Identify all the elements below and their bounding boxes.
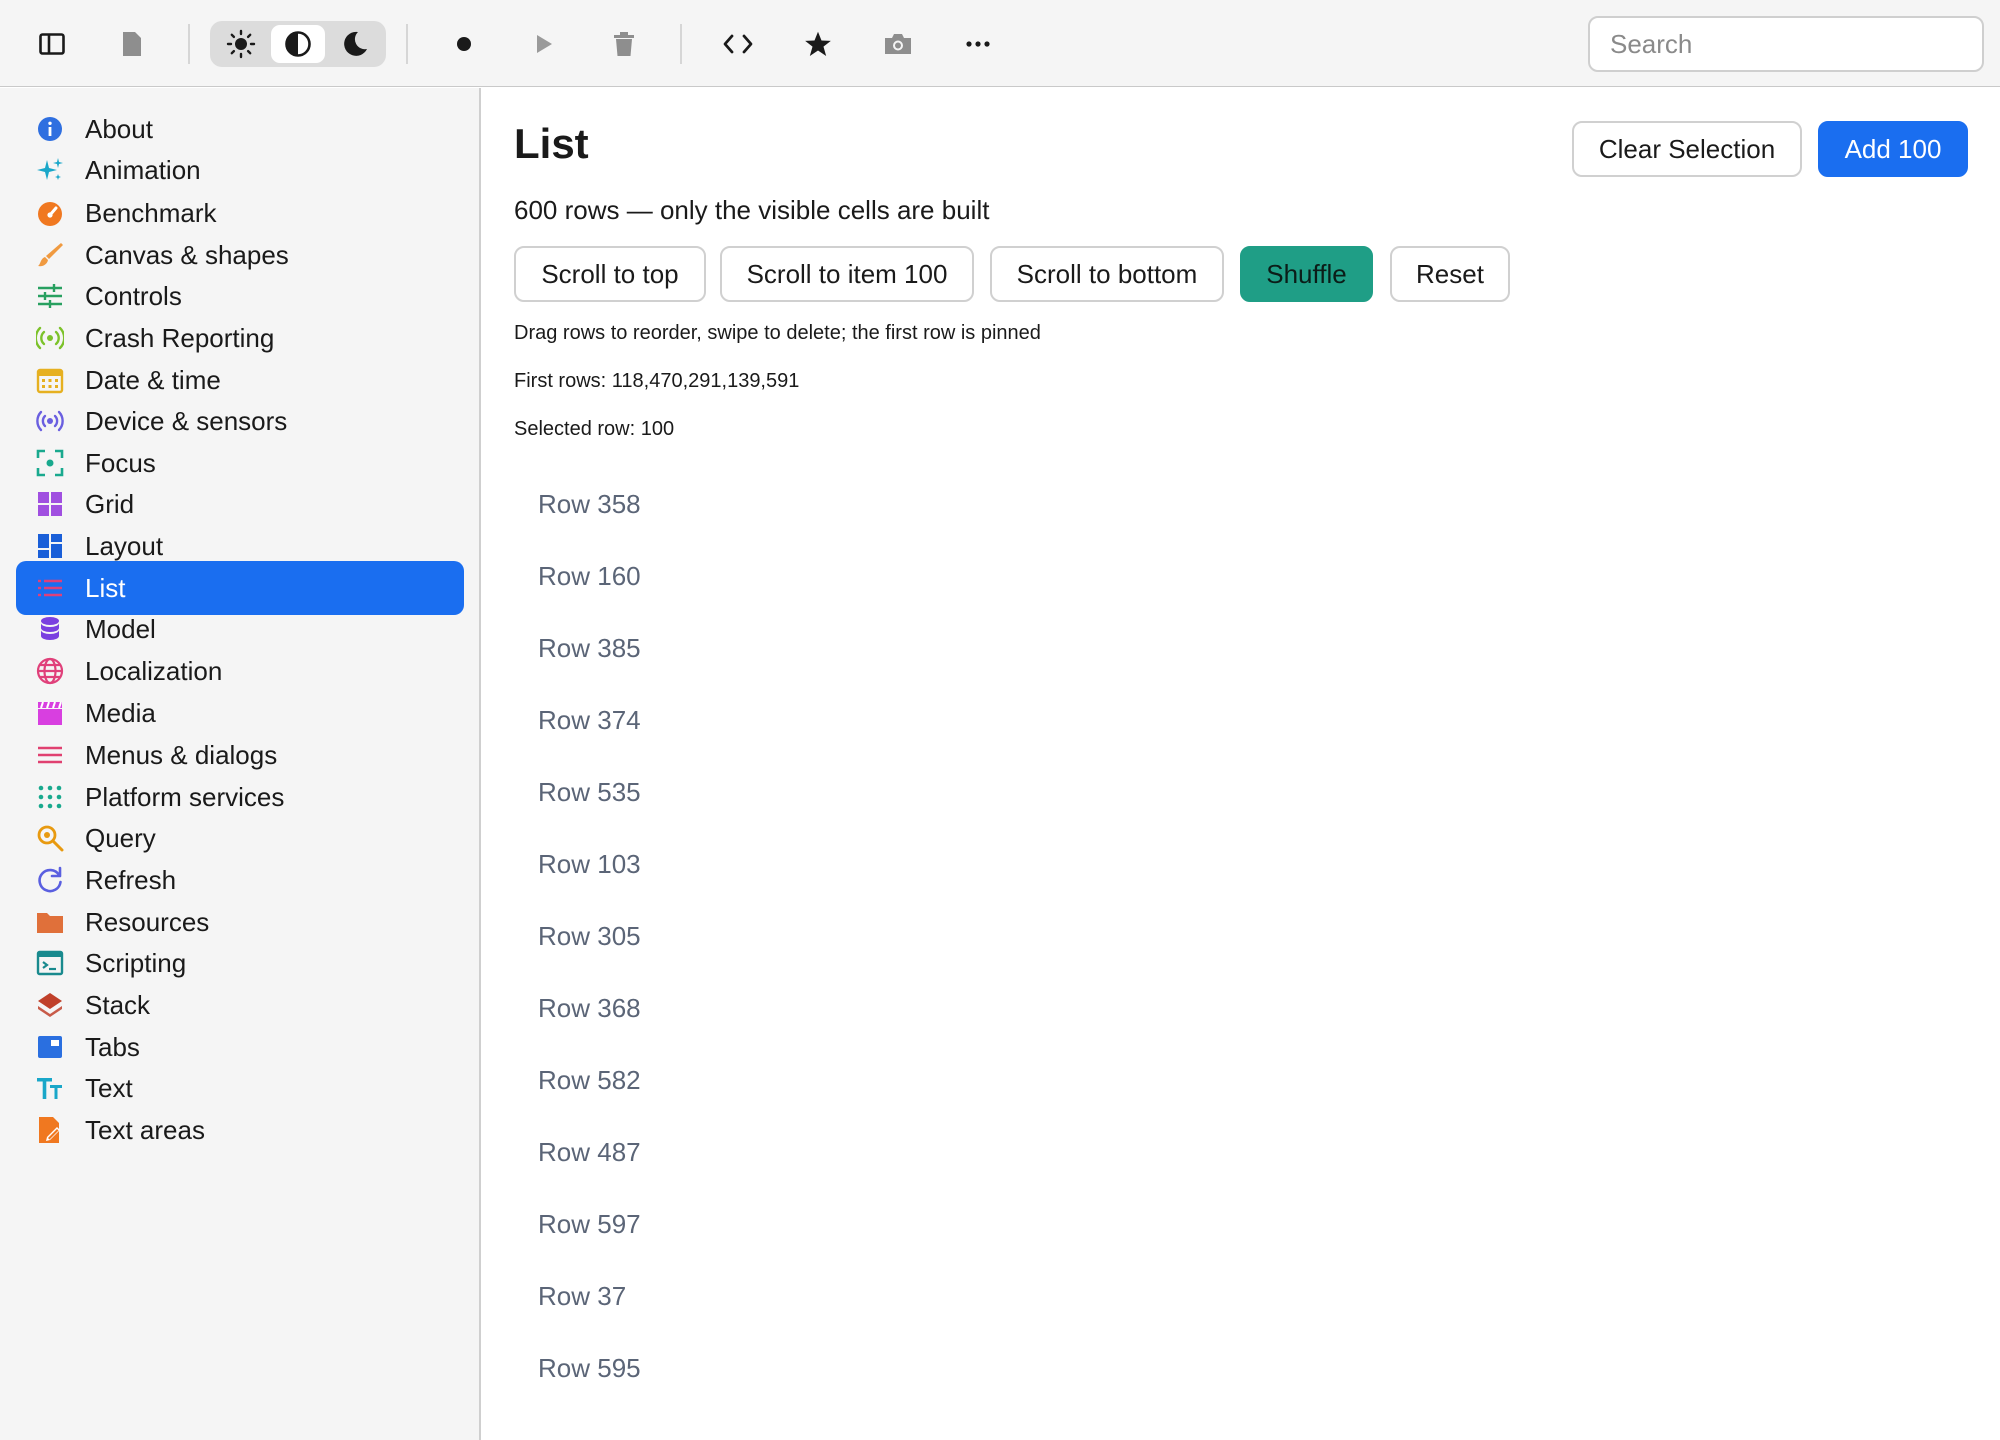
menu-icon [36,741,64,769]
more-icon[interactable] [954,20,1002,68]
refresh-icon [36,866,64,894]
sidebar-item-label: Query [85,823,156,853]
info-icon [36,115,64,143]
reset-button[interactable]: Reset [1390,246,1510,302]
sidebar-item-text-areas[interactable]: Text areas [16,1103,464,1157]
document-icon[interactable] [108,20,156,68]
layout-icon [36,532,64,560]
sidebar-item-label: Canvas & shapes [85,240,289,270]
sidebar-item-label: Crash Reporting [85,323,275,353]
magnifier-icon [36,824,64,852]
sidebar-item-label: Platform services [85,782,285,812]
moon-icon[interactable] [328,25,382,63]
stack-icon [36,991,64,1019]
contrast-icon[interactable] [271,25,325,63]
focus-icon [36,449,64,477]
sparkles-icon [36,156,64,184]
grid-icon [36,490,64,518]
scroll-to-item-100-button[interactable]: Scroll to item 100 [720,246,974,302]
first-rows-readout: First rows: 118,470,291,139,591 [514,370,800,392]
add-100-button[interactable]: Add 100 [1818,121,1968,177]
sidebar-toggle-icon[interactable] [28,20,76,68]
list-hint: Drag rows to reorder, swipe to delete; t… [514,322,1041,344]
calendar-icon [36,366,64,394]
play-icon[interactable] [520,20,568,68]
sidebar-item-label: Text areas [85,1115,205,1145]
sidebar-item-label: Date & time [85,365,221,395]
database-icon [36,615,64,643]
list-item[interactable]: Row 368 [538,993,641,1024]
list-item[interactable]: Row 305 [538,921,641,952]
sidebar-item-label: Localization [85,656,223,686]
sidebar-item-label: Device & sensors [85,406,288,436]
star-icon[interactable] [794,20,842,68]
toolbar-divider [406,24,408,64]
toolbar-divider [188,24,190,64]
sliders-icon [36,282,64,310]
list-item[interactable]: Row 103 [538,849,641,880]
sidebar-item-label: Benchmark [85,198,217,228]
sidebar-item-label: Grid [85,489,135,519]
sidebar-item-label: Tabs [85,1032,140,1062]
sidebar-item-label: Layout [85,531,164,561]
sidebar-item-label: Media [85,698,156,728]
camera-icon[interactable] [874,20,922,68]
sidebar-item-label: Stack [85,990,151,1020]
theme-switcher [210,21,386,67]
list-item[interactable]: Row 374 [538,705,641,736]
sidebar-item-label: About [85,114,153,144]
list-item[interactable]: Row 582 [538,1065,641,1096]
folder-icon [36,908,64,936]
sidebar-item-label: Menus & dialogs [85,740,278,770]
clear-selection-button[interactable]: Clear Selection [1572,121,1802,177]
sidebar-item-label: List [85,573,126,603]
scroll-to-top-button[interactable]: Scroll to top [514,246,706,302]
tabs-icon [36,1033,64,1061]
speedometer-icon [36,199,64,227]
selected-row-readout: Selected row: 100 [514,418,675,440]
search-input[interactable] [1588,16,1984,72]
list-item[interactable]: Row 595 [538,1353,641,1384]
sidebar-item-label: Focus [85,448,156,478]
list-item[interactable]: Row 160 [538,561,641,592]
shuffle-button[interactable]: Shuffle [1240,246,1373,302]
sidebar-item-label: Controls [85,281,182,311]
clapperboard-icon [36,699,64,727]
globe-icon [36,657,64,685]
sidebar-item-label: Text [85,1073,133,1103]
sidebar: About Animation Benchmark Canvas & shapes Co… [0,88,481,1440]
list-summary: 600 rows — only the visible cells are bu… [514,195,990,225]
toolbar-divider [680,24,682,64]
list-item[interactable]: Row 37 [538,1281,626,1312]
broadcast-icon [36,324,64,352]
sidebar-item-label: Model [85,614,156,644]
toolbar [0,0,2000,87]
list-item[interactable]: Row 597 [538,1209,641,1240]
paintbrush-icon [36,241,64,269]
code-icon[interactable] [714,20,762,68]
trash-icon[interactable] [600,20,648,68]
page-title: List [514,120,589,167]
sidebar-item-label: Refresh [85,865,177,895]
sidebar-item-label: Animation [85,155,201,185]
sensor-icon [36,407,64,435]
scroll-to-bottom-button[interactable]: Scroll to bottom [990,246,1224,302]
list-item[interactable]: Row 487 [538,1137,641,1168]
list-item[interactable]: Row 535 [538,777,641,808]
sidebar-item-label: Resources [85,907,210,937]
record-icon[interactable] [440,20,488,68]
dots-grid-icon [36,783,64,811]
list-item[interactable]: Row 385 [538,633,641,664]
sun-icon[interactable] [214,25,268,63]
list-icon [36,574,64,602]
text-icon [36,1074,64,1102]
list-item[interactable]: Row 358 [538,489,641,520]
text-area-icon [36,1116,64,1144]
terminal-icon [36,949,64,977]
sidebar-item-label: Scripting [85,948,187,978]
